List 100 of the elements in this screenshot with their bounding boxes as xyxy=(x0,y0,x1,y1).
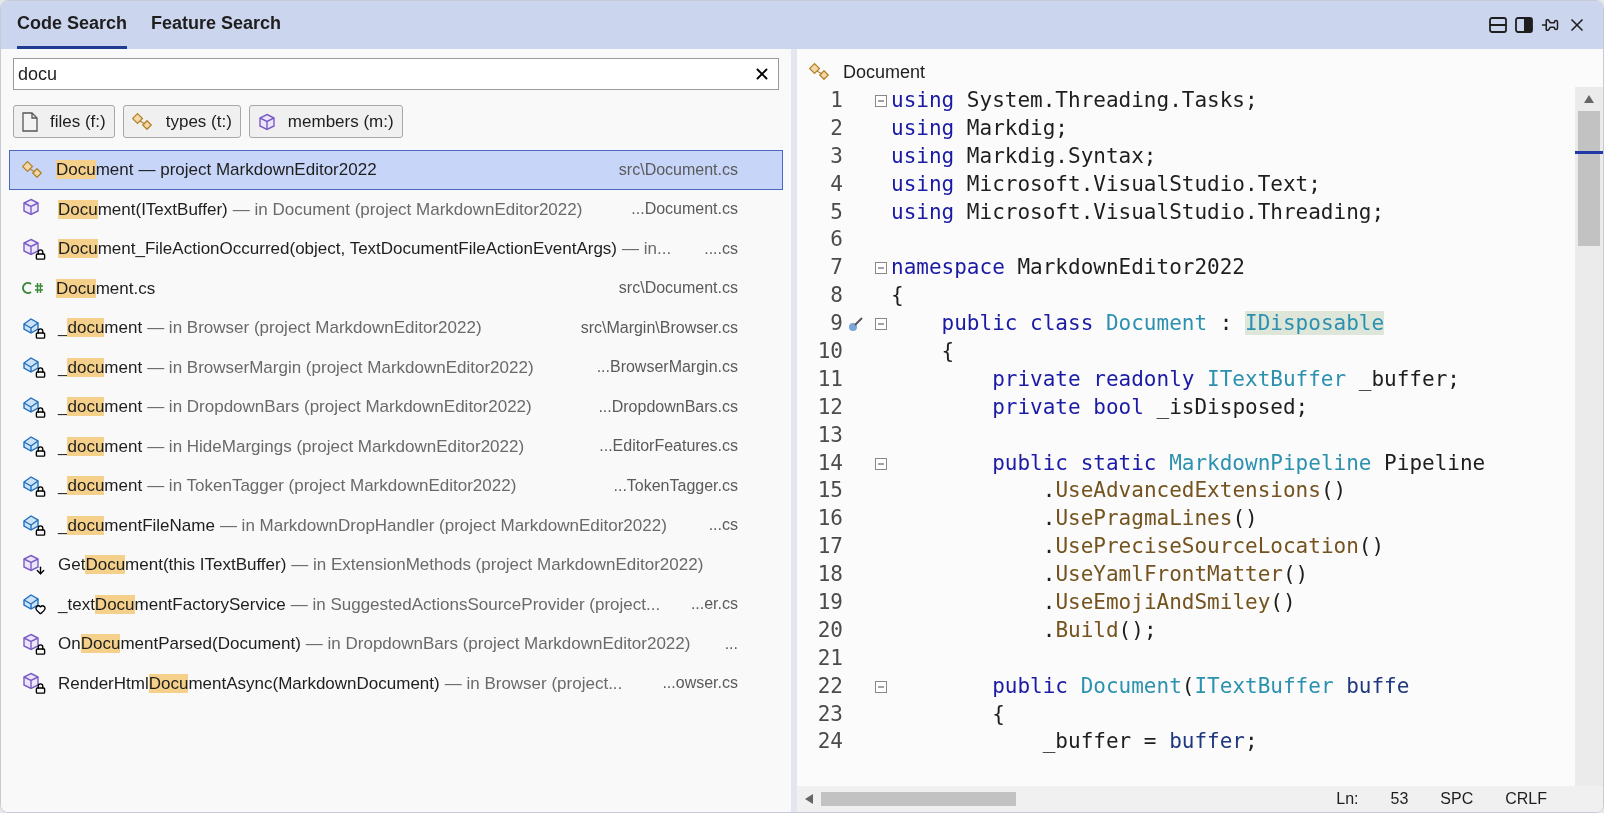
file-path: ...BrowserMargin.cs xyxy=(596,357,738,378)
result-detail: — in HideMargings (project MarkdownEditor2022) xyxy=(147,435,525,458)
line-number: 7 xyxy=(829,254,843,282)
result-name: Document.cs xyxy=(56,277,156,300)
line-number: 9 xyxy=(829,310,843,338)
result-name: _textDocumentFactoryService xyxy=(58,593,286,616)
pin-icon[interactable] xyxy=(1541,16,1559,34)
collapse-icon[interactable] xyxy=(875,318,887,331)
code-token: buffer xyxy=(1169,729,1245,754)
scroll-up-icon[interactable] xyxy=(1584,95,1594,103)
class-icon xyxy=(131,111,154,132)
filter-button[interactable]: types (t:) xyxy=(122,105,241,138)
result-item[interactable]: Document.cs src\Document.cs xyxy=(9,268,783,308)
code-token: . xyxy=(1041,590,1056,615)
result-name: OnDocumentParsed(Document) xyxy=(58,633,301,655)
code-token: Microsoft.VisualStudio.Text; xyxy=(965,171,1321,196)
code-token: MarkdownEditor2022 xyxy=(1016,255,1245,280)
vertical-scrollbar[interactable] xyxy=(1575,87,1603,786)
cube-icon xyxy=(257,112,276,131)
collapse-icon[interactable] xyxy=(875,457,887,470)
code-token: private bool xyxy=(991,394,1144,419)
result-detail: — in ExtensionMethods (project MarkdownEditor2022) xyxy=(291,554,704,576)
code-token: UsePreciseSourceLocation xyxy=(1055,534,1359,559)
result-item[interactable]: Document_FileActionOccurred(object, TextDocumentFileActionEventArgs) — in... ....cs xyxy=(9,229,783,269)
line-number: 12 xyxy=(816,393,843,421)
code-token: () xyxy=(1232,506,1258,531)
code-token: Document xyxy=(1079,673,1182,698)
code-token: ITextBuffer xyxy=(1206,366,1347,391)
code-token: . xyxy=(1041,617,1056,642)
line-number: 10 xyxy=(816,338,843,365)
locked-field-icon xyxy=(22,356,46,379)
horizontal-split-icon[interactable] xyxy=(1489,17,1507,33)
scroll-left-icon[interactable] xyxy=(805,794,813,804)
cube-arrow-icon xyxy=(22,553,46,576)
result-item[interactable]: _textDocumentFactoryService — in SuggestedActionsSourceProvider (project... ...er.cs xyxy=(9,584,783,624)
result-detail: — in DropdownBars (project MarkdownEditor2022) xyxy=(305,633,691,655)
collapse-icon[interactable] xyxy=(875,680,887,693)
file-path: ...owser.cs xyxy=(662,673,738,694)
code-token: () xyxy=(1358,534,1385,559)
code-token: _buffer; xyxy=(1357,366,1460,391)
code-token: public static xyxy=(991,450,1157,475)
file-path: ...Document.cs xyxy=(631,199,738,220)
result-item[interactable]: Document(ITextBuffer) — in Document (project MarkdownEditor2022) ...Document.cs xyxy=(9,189,783,229)
line-number: 2 xyxy=(829,114,843,142)
filter-button[interactable]: members (m:) xyxy=(248,105,403,138)
line-number: 18 xyxy=(816,561,843,589)
code-token: IDisposable xyxy=(1245,311,1385,336)
collapse-icon[interactable] xyxy=(875,262,887,275)
editor-title: Document xyxy=(843,60,926,84)
line-number: 13 xyxy=(816,421,843,449)
file-path: src\Document.cs xyxy=(618,278,738,299)
collapse-icon[interactable] xyxy=(875,94,887,107)
code-token: : xyxy=(1218,311,1234,336)
code-token: using xyxy=(891,143,955,168)
status-item: CRLF xyxy=(1505,789,1547,809)
file-path: src\Margin\Browser.cs xyxy=(580,317,738,338)
code-token: UseEmojiAndSmiley xyxy=(1055,590,1271,615)
code-token: _buffer = xyxy=(1041,729,1158,754)
result-detail: — in SuggestedActionsSourceProvider (project... xyxy=(290,593,661,616)
result-detail: — in... xyxy=(622,238,672,260)
code-token: using xyxy=(891,88,955,112)
result-name: Document(ITextBuffer) xyxy=(58,198,228,221)
code-token: Microsoft.VisualStudio.Threading; xyxy=(965,199,1385,224)
scroll-thumb[interactable] xyxy=(821,792,1016,806)
result-item[interactable]: RenderHtmlDocumentAsync(MarkdownDocument) — in Browser (project... ...owser.cs xyxy=(9,663,783,703)
locked-field-icon xyxy=(22,474,46,497)
code-token: . xyxy=(1041,478,1056,503)
file-icon xyxy=(22,111,38,132)
file-path: src\Document.cs xyxy=(618,159,738,180)
result-item[interactable]: Document — project MarkdownEditor2022 src\Document.cs xyxy=(9,150,783,190)
field-heart-icon xyxy=(22,593,46,616)
locked-field-icon xyxy=(22,435,46,458)
code-token: (); xyxy=(1118,617,1157,642)
status-item: 53 xyxy=(1390,789,1409,809)
code-token: public class xyxy=(940,311,1094,336)
code-token: using xyxy=(891,171,955,196)
line-number: 23 xyxy=(816,700,843,728)
tab[interactable]: Feature Search xyxy=(151,1,282,49)
scroll-thumb[interactable] xyxy=(1578,111,1600,246)
result-name: GetDocument(this ITextBuffer) xyxy=(58,554,287,576)
line-number: 14 xyxy=(816,449,843,477)
code-token: () xyxy=(1320,478,1347,503)
code-token: using xyxy=(891,199,955,224)
search-field[interactable]: docu xyxy=(13,58,779,90)
file-path: ...DropdownBars.cs xyxy=(598,396,738,417)
locked-cube-icon xyxy=(22,632,46,655)
code-token: Markdig; xyxy=(965,115,1068,140)
line-number: 20 xyxy=(816,616,843,644)
result-item[interactable]: OnDocumentParsed(Document) — in DropdownBars (project MarkdownEditor2022) ... xyxy=(9,624,783,664)
result-item[interactable]: GetDocument(this ITextBuffer) — in ExtensionMethods (project MarkdownEditor2022) xyxy=(9,545,783,585)
line-number: 22 xyxy=(816,672,843,700)
result-detail: — in Browser (project... xyxy=(444,672,623,695)
filter-button[interactable]: files (f:) xyxy=(13,105,115,138)
vertical-split-icon[interactable] xyxy=(1515,17,1533,33)
file-path: ...TokenTagger.cs xyxy=(613,475,738,496)
code-token: ITextBuffer xyxy=(1194,673,1334,698)
code-token: { xyxy=(991,701,1005,726)
code-token: _isDisposed; xyxy=(1155,394,1309,419)
result-detail: — in MarkdownDropHandler (project MarkdownEditor2022) xyxy=(219,514,667,537)
csharp-icon xyxy=(22,280,44,297)
